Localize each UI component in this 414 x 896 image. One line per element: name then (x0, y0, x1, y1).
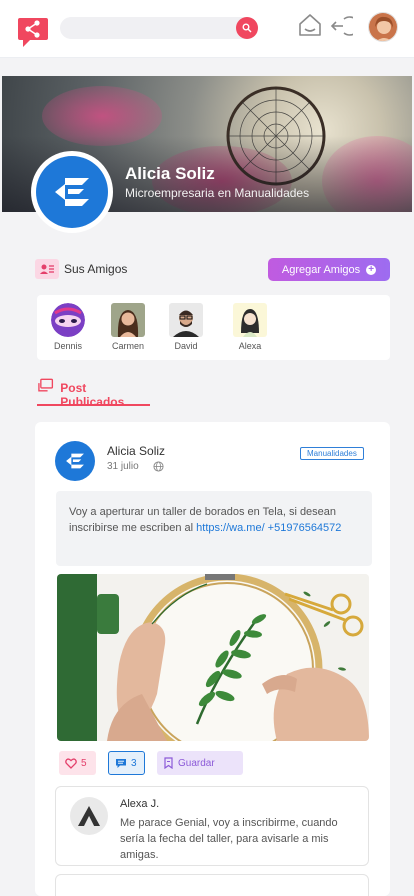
friends-list: Dennis Carmen David Alexa (37, 295, 390, 360)
post-text: Voy a aperturar un taller de borados en … (56, 491, 372, 566)
plus-icon: + (366, 264, 377, 275)
post-image[interactable] (57, 574, 369, 741)
like-count: 5 (81, 757, 87, 769)
friend-item[interactable]: David (161, 303, 211, 351)
save-button[interactable]: Guardar (157, 751, 243, 775)
tab-posts[interactable]: Post Publicados (37, 378, 150, 409)
search-bar (60, 17, 258, 39)
globe-icon (153, 461, 164, 472)
friend-avatar (169, 303, 203, 337)
save-label: Guardar (178, 757, 215, 769)
post-date: 31 julio (107, 461, 139, 472)
user-avatar[interactable] (368, 12, 398, 42)
profile-name: Alicia Soliz (125, 164, 215, 183)
home-icon[interactable] (297, 12, 323, 38)
add-friends-label: Agregar Amigos (281, 263, 361, 276)
tab-posts-label: Post Publicados (60, 381, 125, 409)
comment-author-avatar[interactable] (70, 797, 108, 835)
logout-icon[interactable] (329, 14, 353, 38)
post-actions: 5 3 Guardar (59, 751, 243, 775)
comment-item (55, 874, 369, 896)
profile-avatar[interactable] (31, 151, 113, 233)
profile-role: Microempresaria en Manualidades (125, 186, 310, 200)
post-author-avatar[interactable] (55, 441, 95, 481)
chat-share-icon[interactable] (16, 15, 50, 49)
comment-count: 3 (131, 757, 137, 769)
friend-avatar (51, 303, 85, 337)
comment-author[interactable]: Alexa J. (120, 798, 159, 810)
friend-name: David (174, 341, 198, 351)
comment-text: Me parace Genial, voy a inscribirme, cua… (120, 817, 338, 861)
bookmark-icon (164, 757, 173, 769)
heart-icon (65, 757, 77, 769)
triangle-logo-icon (78, 806, 100, 826)
friends-icon (35, 259, 59, 279)
comment-item: Alexa J. Me parace Genial, voy a inscrib… (55, 786, 369, 866)
friend-item[interactable]: Dennis (43, 303, 93, 351)
friend-name: Alexa (238, 341, 262, 351)
search-button[interactable] (236, 17, 258, 39)
friend-avatar (233, 303, 267, 337)
friend-item[interactable]: Alexa (225, 303, 275, 351)
posts-icon (38, 378, 54, 392)
friend-name: Dennis (53, 341, 82, 351)
category-badge[interactable]: Manualidades (300, 447, 364, 460)
friend-avatar (111, 303, 145, 337)
brand-logo-icon (55, 178, 89, 206)
search-input[interactable] (60, 17, 235, 39)
post-card: Alicia Soliz 31 julio Manualidades Voy a… (35, 422, 390, 896)
add-friends-button[interactable]: Agregar Amigos + (268, 258, 390, 281)
whatsapp-link[interactable]: https://wa.me/ +51976564572 (196, 522, 341, 534)
post-author[interactable]: Alicia Soliz (107, 444, 165, 458)
comment-icon (116, 758, 126, 768)
top-bar (0, 0, 414, 58)
friend-item[interactable]: Carmen (103, 303, 153, 351)
friends-title: Sus Amigos (64, 262, 128, 276)
friend-name: Carmen (111, 341, 144, 351)
like-button[interactable]: 5 (59, 751, 96, 775)
comment-button[interactable]: 3 (108, 751, 145, 775)
search-icon (242, 23, 252, 33)
